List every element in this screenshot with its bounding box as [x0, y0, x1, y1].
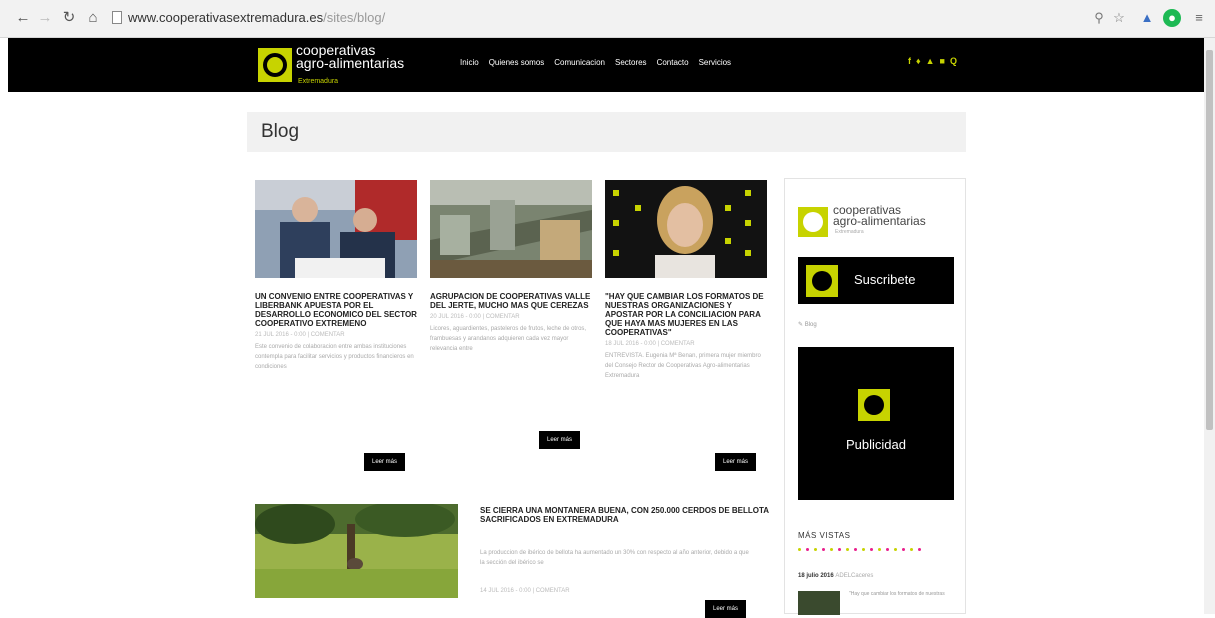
menu-item-quienes-somos[interactable]: Quienes somos	[489, 58, 545, 67]
post-image[interactable]	[255, 180, 417, 278]
sidebar-logo-sub: Extremadura	[835, 229, 864, 235]
read-more-button[interactable]: Leer más	[364, 453, 406, 471]
read-more-button[interactable]: Leer más	[715, 453, 757, 471]
url-domain: www.cooperativasextremadura.es	[128, 10, 324, 25]
logo-line2: agro-alimentarias	[296, 55, 405, 71]
most-viewed-excerpt[interactable]: "Hay que cambiar los formatos de nuestra…	[849, 591, 959, 598]
sidebar-blog-label: Blog	[804, 322, 817, 328]
sidebar-logo-line2: agro-alimentarias	[833, 214, 926, 228]
sidebar: cooperativas agro-alimentarias Extremadu…	[784, 178, 966, 615]
email-icon[interactable]: ■	[940, 56, 945, 66]
subscribe-banner[interactable]: Suscribete	[798, 257, 954, 304]
post-card: "HAY QUE CAMBIAR LOS FORMATOS DE NUESTRA…	[605, 180, 767, 381]
page-title: Blog	[261, 121, 300, 142]
sidebar-logo-icon[interactable]	[798, 207, 828, 237]
back-icon[interactable]: ←	[14, 9, 32, 27]
most-viewed-date-text: 18 julio 2016	[798, 573, 834, 579]
browser-toolbar: ← → ↻ ⌂ www.cooperativasextremadura.es/s…	[0, 0, 1215, 38]
read-more-button[interactable]: Leer más	[705, 600, 747, 618]
post-card: UN CONVENIO ENTRE COOPERATIVAS Y LIBERBA…	[255, 180, 417, 372]
star-icon[interactable]: ☆	[1110, 9, 1128, 27]
search-icon[interactable]: Q	[950, 56, 957, 66]
brand-mark-icon	[806, 265, 838, 297]
social-links: f ♦ ▲ ■ Q	[908, 56, 957, 66]
post-image[interactable]	[255, 504, 458, 598]
post-date: 14 JUL 2016 - 0:00 | COMENTAR	[480, 588, 570, 594]
dot-divider	[798, 548, 921, 551]
site-header: cooperativas agro-alimentarias Extremadu…	[8, 38, 1204, 92]
post-title[interactable]: "HAY QUE CAMBIAR LOS FORMATOS DE NUESTRA…	[605, 292, 767, 337]
post-excerpt: Licores, aguardientes, pasteleros de fru…	[430, 326, 587, 352]
menu-item-sectores[interactable]: Sectores	[615, 58, 647, 67]
extension-icon[interactable]: ▲	[1138, 9, 1156, 27]
post-excerpt: ENTREVISTA. Eugenia Mª Benan, primera mu…	[605, 353, 761, 379]
zoom-icon[interactable]: ⚲	[1090, 9, 1108, 27]
post-excerpt: Este convenio de colaboracion entre amba…	[255, 344, 414, 370]
post-image[interactable]	[430, 180, 592, 278]
publicidad-banner[interactable]: Publicidad	[798, 347, 954, 500]
publicidad-label: Publicidad	[846, 437, 906, 452]
address-bar[interactable]: www.cooperativasextremadura.es/sites/blo…	[128, 9, 385, 27]
post-date: 21 JUL 2016 - 0:00 | COMENTAR	[255, 332, 345, 338]
menu-item-servicios[interactable]: Servicios	[699, 58, 731, 67]
url-path: /sites/blog/	[323, 10, 386, 25]
subscribe-label: Suscribete	[854, 272, 916, 287]
read-more-button[interactable]: Leer más	[539, 431, 581, 449]
post-card: AGRUPACION DE COOPERATIVAS VALLE DEL JER…	[430, 180, 592, 354]
logo-sub: Extremadura	[298, 78, 339, 85]
scrollbar-thumb[interactable]	[1206, 50, 1213, 430]
post-image[interactable]	[605, 180, 767, 278]
reload-icon[interactable]: ↻	[60, 9, 78, 27]
post-excerpt: La produccion de ibérico de bellota ha a…	[480, 550, 749, 566]
twitter-icon[interactable]: ♦	[916, 56, 921, 66]
scrollbar[interactable]	[1204, 38, 1215, 614]
menu-item-inicio[interactable]: Inicio	[460, 58, 479, 67]
most-viewed-author[interactable]: ADELCaceres	[835, 573, 873, 579]
most-viewed-thumb[interactable]	[798, 591, 840, 615]
post-title[interactable]: SE CIERRA UNA MONTANERA BUENA, CON 250.0…	[480, 506, 770, 524]
most-viewed-heading: MÁS VISTAS	[798, 531, 851, 540]
menu-item-comunicacion[interactable]: Comunicacion	[554, 58, 605, 67]
page-icon	[112, 11, 122, 24]
sidebar-logo-text[interactable]: cooperativas agro-alimentarias	[833, 204, 926, 228]
forward-icon[interactable]: →	[36, 9, 54, 27]
menu-item-contacto[interactable]: Contacto	[657, 58, 689, 67]
sidebar-blog-link[interactable]: ✎ Blog	[798, 321, 817, 328]
page-title-bar: Blog	[247, 112, 966, 152]
home-icon[interactable]: ⌂	[84, 9, 102, 27]
facebook-icon[interactable]: f	[908, 56, 911, 66]
extension-green-icon[interactable]: ●	[1163, 9, 1181, 27]
post-date: 18 JUL 2016 - 0:00 | COMENTAR	[605, 341, 695, 347]
menu-icon[interactable]: ≡	[1190, 9, 1208, 27]
main-menu: Inicio Quienes somos Comunicacion Sector…	[460, 58, 731, 67]
post-date: 20 JUL 2016 - 0:00 | COMENTAR	[430, 314, 520, 320]
brand-mark-icon	[858, 389, 890, 421]
youtube-icon[interactable]: ▲	[926, 56, 935, 66]
logo-text[interactable]: cooperativas agro-alimentarias	[296, 43, 405, 71]
post-title[interactable]: AGRUPACION DE COOPERATIVAS VALLE DEL JER…	[430, 292, 592, 310]
post-title[interactable]: UN CONVENIO ENTRE COOPERATIVAS Y LIBERBA…	[255, 292, 417, 328]
logo-icon[interactable]	[258, 48, 292, 82]
most-viewed-date: 18 julio 2016 ADELCaceres	[798, 573, 873, 579]
